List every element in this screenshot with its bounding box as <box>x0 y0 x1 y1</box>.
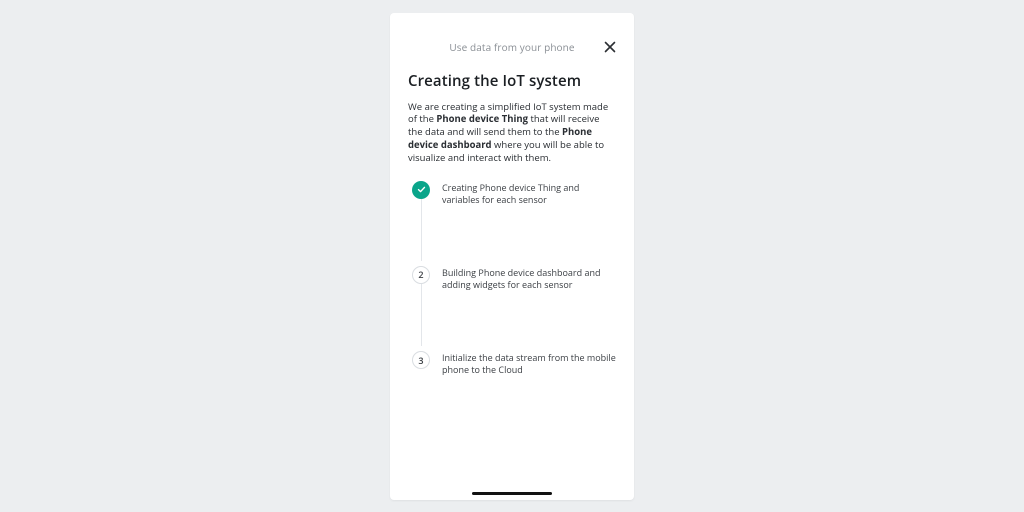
close-button[interactable] <box>600 37 620 57</box>
step-gap <box>408 291 616 351</box>
step-2-text: Building Phone device dashboard and addi… <box>434 266 616 291</box>
step-gap <box>408 206 616 266</box>
steps-list: Creating Phone device Thing and variable… <box>408 181 616 377</box>
topbar-title: Use data from your phone <box>449 40 574 54</box>
step-marker-col: 2 <box>408 266 434 284</box>
viewport: Use data from your phone Creating the Io… <box>0 0 1024 512</box>
intro-bold-1: Phone device Thing <box>436 112 528 125</box>
step-1-text: Creating Phone device Thing and variable… <box>434 181 616 206</box>
step-2: 2 Building Phone device dashboard and ad… <box>408 266 616 291</box>
step-marker-2: 2 <box>412 266 430 284</box>
step-1: Creating Phone device Thing and variable… <box>408 181 616 206</box>
step-marker-col: 3 <box>408 351 434 369</box>
step-marker-3: 3 <box>412 351 430 369</box>
step-marker-done <box>412 181 430 199</box>
page-title: Creating the IoT system <box>408 71 616 91</box>
step-connector <box>421 284 422 346</box>
home-indicator <box>472 492 552 495</box>
step-marker-col <box>408 181 434 199</box>
step-3-text: Initialize the data stream from the mobi… <box>434 351 616 376</box>
check-icon <box>417 185 426 194</box>
step-connector <box>421 199 422 261</box>
phone-frame: Use data from your phone Creating the Io… <box>390 13 634 500</box>
close-icon <box>604 41 616 53</box>
intro-text: We are creating a simplified IoT system … <box>408 101 616 165</box>
topbar: Use data from your phone <box>408 33 616 61</box>
step-3: 3 Initialize the data stream from the mo… <box>408 351 616 376</box>
